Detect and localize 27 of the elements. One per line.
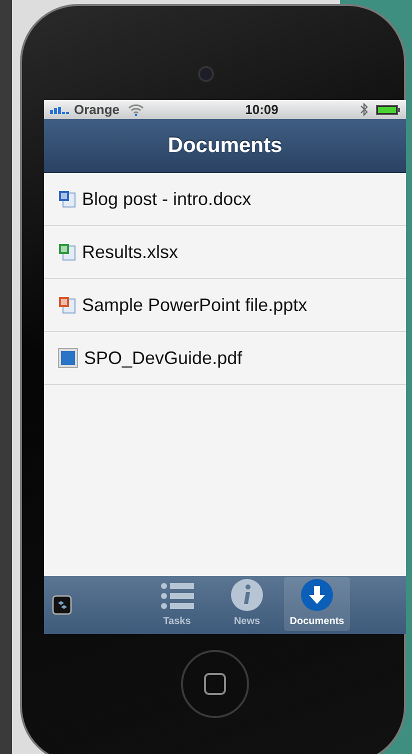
screen-title: Documents <box>168 132 282 159</box>
document-row[interactable]: Blog post - intro.docx <box>44 173 406 226</box>
document-icon <box>58 243 76 261</box>
clock-time: 10:09 <box>244 100 278 119</box>
tab[interactable]: Documents <box>284 577 350 631</box>
carrier-name: Orange <box>74 100 120 119</box>
app-switcher-icon[interactable] <box>52 595 72 615</box>
file-name: Results.xlsx <box>82 240 178 264</box>
bluetooth-icon <box>360 103 368 116</box>
document-icon <box>58 190 76 208</box>
wifi-icon <box>128 104 144 116</box>
battery-icon <box>376 104 400 114</box>
document-icon <box>58 296 76 314</box>
signal-icon <box>50 106 70 114</box>
list-icon <box>160 581 194 611</box>
download-icon <box>301 579 333 611</box>
file-name: Sample PowerPoint file.pptx <box>82 294 308 317</box>
tab[interactable]: Tasks <box>144 577 210 631</box>
document-row[interactable]: SPO_DevGuide.pdf <box>44 332 406 385</box>
document-row[interactable]: Sample PowerPoint file.pptx <box>44 279 406 332</box>
info-icon <box>231 579 263 611</box>
document-icon <box>58 348 78 368</box>
file-name: Blog post - intro.docx <box>82 188 252 211</box>
tab[interactable]: News <box>214 577 280 631</box>
document-row[interactable]: Results.xlsx <box>44 226 406 279</box>
camera-icon <box>198 66 214 82</box>
file-name: SPO_DevGuide.pdf <box>84 346 242 370</box>
